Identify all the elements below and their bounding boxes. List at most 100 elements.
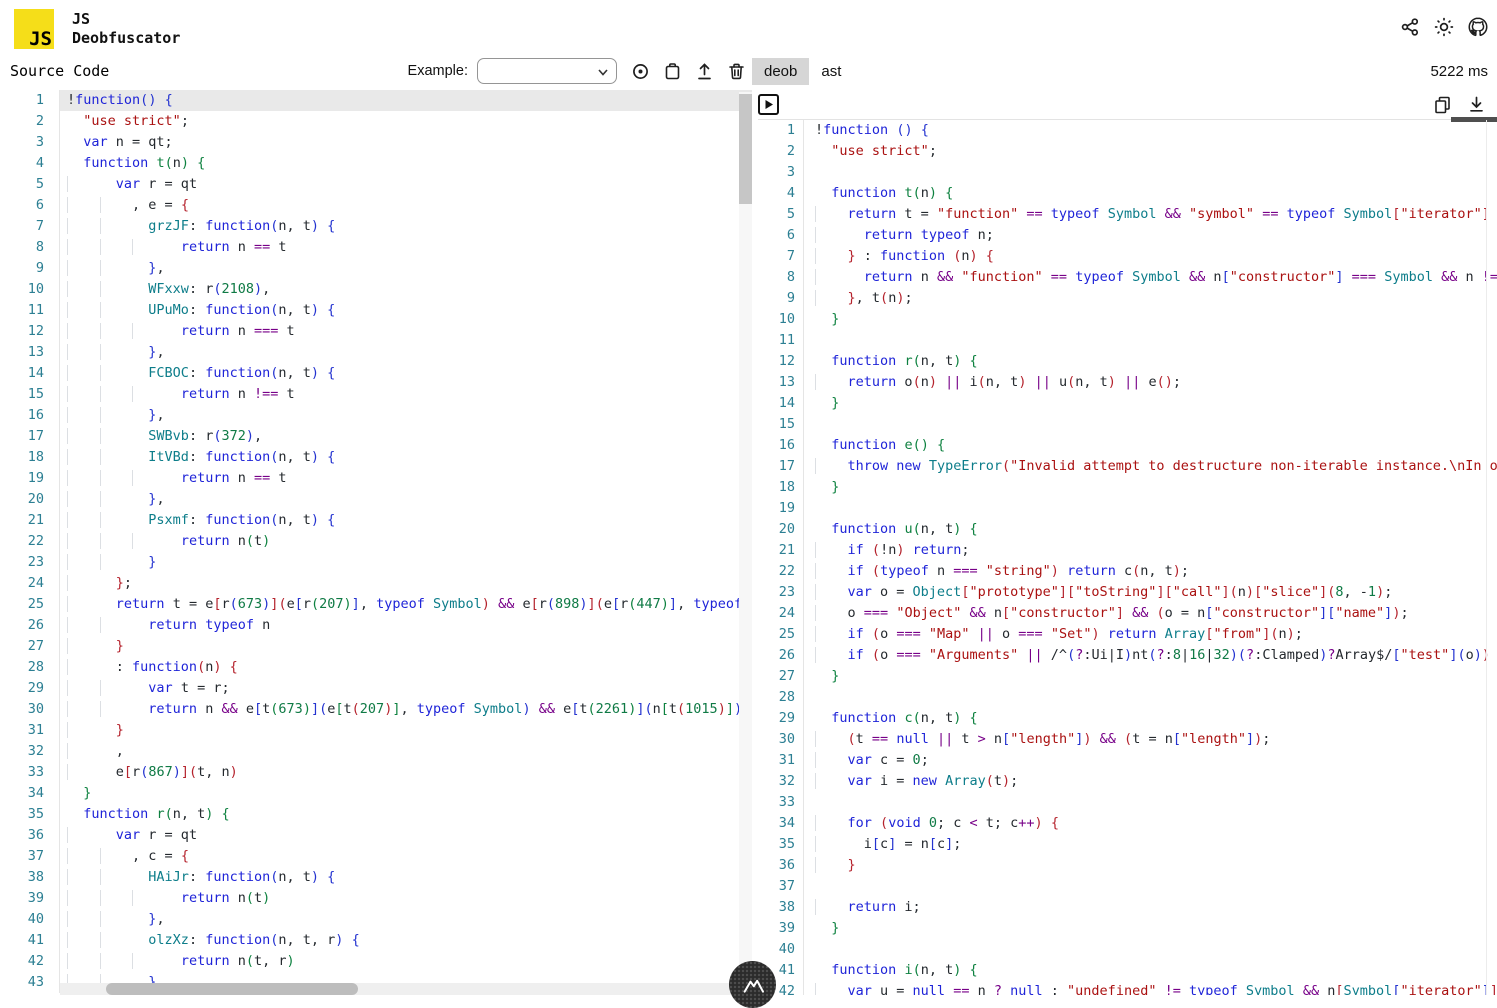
line-number: 33 — [758, 792, 804, 813]
code-line: 20 function u(n, t) { — [758, 519, 1497, 540]
line-number: 24 — [0, 573, 60, 594]
code-text: return typeof n — [60, 615, 752, 636]
line-number: 31 — [0, 720, 60, 741]
example-label: Example: — [408, 63, 468, 79]
line-number: 37 — [758, 876, 804, 897]
code-text: UPuMo: function(n, t) { — [60, 300, 752, 321]
line-number: 38 — [758, 897, 804, 918]
code-line: 34 } — [0, 783, 752, 804]
line-number: 16 — [758, 435, 804, 456]
output-scrollbar-track — [1486, 120, 1487, 995]
code-line: 31 } — [0, 720, 752, 741]
code-text: }, — [60, 258, 752, 279]
source-horizontal-scrollbar-thumb[interactable] — [106, 983, 358, 995]
run-play-button[interactable] — [758, 94, 779, 115]
line-number: 24 — [758, 603, 804, 624]
line-number: 8 — [0, 237, 60, 258]
code-line: 33 — [758, 792, 1497, 813]
tab-deob[interactable]: deob — [752, 58, 809, 85]
code-line: 27 } — [758, 666, 1497, 687]
code-line: 21 if (!n) return; — [758, 540, 1497, 561]
code-line: 24 o === "Object" && n["constructor"] &&… — [758, 603, 1497, 624]
code-line: 39 } — [758, 918, 1497, 939]
code-line: 32 , — [0, 741, 752, 762]
code-line: 36 var r = qt — [0, 825, 752, 846]
code-line: 19 return n == t — [0, 468, 752, 489]
line-number: 12 — [0, 321, 60, 342]
share-icon[interactable] — [1400, 17, 1420, 37]
code-text: return n == t — [60, 468, 752, 489]
line-number: 6 — [0, 195, 60, 216]
output-editor: 1!function () {2 "use strict";34 functio… — [758, 90, 1497, 995]
code-text: } — [804, 666, 1497, 687]
line-number: 4 — [758, 183, 804, 204]
code-line: 42 var u = null == n ? null : "undefined… — [758, 981, 1497, 995]
code-line: 28 : function(n) { — [0, 657, 752, 678]
code-text: return n !== t — [60, 384, 752, 405]
code-line: 11 — [758, 330, 1497, 351]
code-line: 11 UPuMo: function(n, t) { — [0, 300, 752, 321]
code-line: 4 function t(n) { — [758, 183, 1497, 204]
code-line: 21 Psxmf: function(n, t) { — [0, 510, 752, 531]
line-number: 9 — [0, 258, 60, 279]
settings-gear-icon[interactable] — [631, 62, 650, 81]
app-header: JS JS Deobfuscator — [0, 0, 1497, 52]
code-line: 8 return n == t — [0, 237, 752, 258]
code-text: } — [804, 918, 1497, 939]
tab-ast[interactable]: ast — [809, 58, 853, 85]
code-line: 8 return n && "function" == typeof Symbo… — [758, 267, 1497, 288]
code-text: } — [60, 720, 752, 741]
code-line: 4 function t(n) { — [0, 153, 752, 174]
js-logo: JS — [14, 9, 54, 49]
line-number: 13 — [758, 372, 804, 393]
code-text: }, t(n); — [804, 288, 1497, 309]
code-text: if (o === "Arguments" || /^(?:Ui|I)nt(?:… — [804, 645, 1497, 666]
output-horizontal-scrollbar-thumb[interactable] — [1451, 117, 1497, 122]
line-number: 5 — [0, 174, 60, 195]
source-code-lines: 1!function() {2 "use strict";3 var n = q… — [0, 90, 752, 993]
code-text: var i = new Array(t); — [804, 771, 1497, 792]
source-editor[interactable]: 1!function() {2 "use strict";3 var n = q… — [0, 90, 752, 995]
paste-clipboard-icon[interactable] — [663, 62, 682, 81]
code-line: 1!function () { — [758, 120, 1497, 141]
line-number: 13 — [0, 342, 60, 363]
github-icon[interactable] — [1468, 17, 1488, 37]
line-number: 10 — [758, 309, 804, 330]
code-text: function t(n) { — [60, 153, 752, 174]
download-icon[interactable] — [1467, 95, 1486, 114]
line-number: 35 — [758, 834, 804, 855]
theme-toggle-sun-icon[interactable] — [1434, 17, 1454, 37]
floating-brand-button[interactable] — [729, 961, 776, 1008]
header-actions — [1400, 17, 1497, 37]
code-line: 18 ItVBd: function(n, t) { — [0, 447, 752, 468]
code-line: 2 "use strict"; — [0, 111, 752, 132]
toolbar: Source Code Example: — [0, 52, 1497, 90]
code-text: , — [60, 741, 752, 762]
toolbar-icons — [631, 62, 746, 81]
source-vertical-scrollbar-thumb[interactable] — [739, 94, 752, 204]
trash-icon[interactable] — [727, 62, 746, 81]
code-text: function e() { — [804, 435, 1497, 456]
code-line: 7 grzJF: function(n, t) { — [0, 216, 752, 237]
line-number: 19 — [0, 468, 60, 489]
line-number: 26 — [0, 615, 60, 636]
code-line: 38 return i; — [758, 897, 1497, 918]
code-line: 23 var o = Object["prototype"]["toString… — [758, 582, 1497, 603]
code-text: return t = "function" == typeof Symbol &… — [804, 204, 1497, 225]
example-select[interactable] — [477, 58, 617, 84]
code-text: return n(t) — [60, 531, 752, 552]
line-number: 28 — [758, 687, 804, 708]
code-line: 41 olzXz: function(n, t, r) { — [0, 930, 752, 951]
copy-icon[interactable] — [1433, 95, 1452, 114]
line-number: 39 — [758, 918, 804, 939]
code-text — [804, 498, 1497, 519]
chevron-down-icon — [597, 66, 609, 78]
code-text: function u(n, t) { — [804, 519, 1497, 540]
code-text: grzJF: function(n, t) { — [60, 216, 752, 237]
code-line: 37 , c = { — [0, 846, 752, 867]
upload-icon[interactable] — [695, 62, 714, 81]
code-text: var u = null == n ? null : "undefined" !… — [804, 981, 1497, 995]
code-text: (t == null || t > n["length"]) && (t = n… — [804, 729, 1497, 750]
code-text — [804, 330, 1497, 351]
code-text: !function () { — [804, 120, 1497, 141]
